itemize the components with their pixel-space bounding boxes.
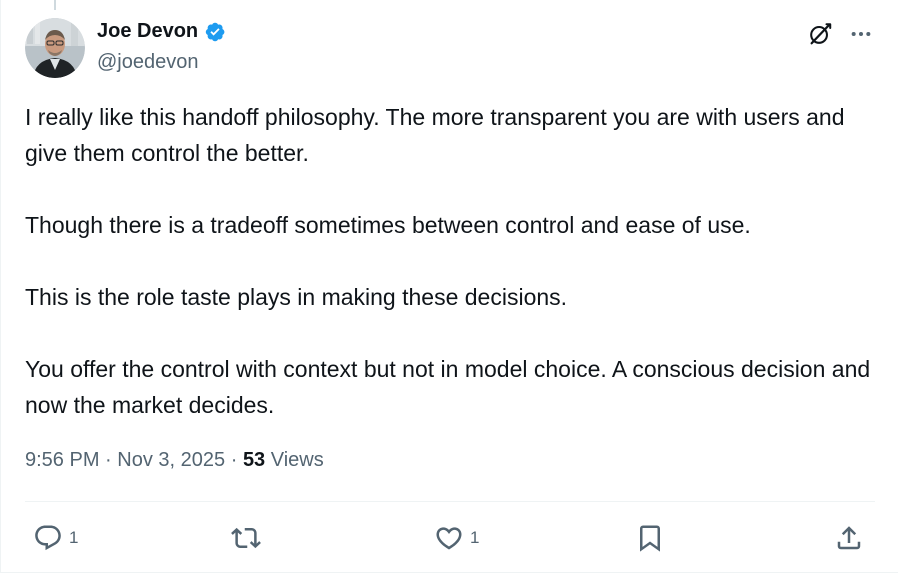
views-label: Views	[270, 449, 324, 471]
more-icon	[851, 31, 871, 37]
tweet-paragraph: I really like this handoff philosophy. T…	[25, 104, 845, 166]
action-bar: 1 1	[25, 518, 875, 558]
reply-icon	[35, 525, 61, 551]
tweet-paragraph: This is the role taste plays in making t…	[25, 284, 568, 310]
divider	[25, 501, 875, 502]
verified-badge-icon[interactable]	[204, 21, 226, 43]
repost-icon	[231, 527, 261, 549]
share-icon	[837, 526, 861, 550]
heart-icon	[436, 527, 462, 550]
tweet-meta: 9:56 PM · Nov 3, 2025 · 53 Views	[25, 449, 324, 472]
tweet-text: I really like this handoff philosophy. T…	[25, 99, 875, 423]
bookmark-icon	[640, 525, 660, 552]
share-button[interactable]	[834, 518, 864, 558]
author-name-row[interactable]: Joe Devon	[97, 20, 226, 43]
avatar-photo	[25, 18, 85, 78]
reply-button[interactable]: 1	[33, 518, 78, 558]
author-display-name[interactable]: Joe Devon	[97, 20, 198, 43]
like-count: 1	[470, 528, 480, 547]
tweet-time[interactable]: 9:56 PM	[25, 449, 99, 471]
grok-button[interactable]	[806, 20, 834, 48]
reply-count: 1	[69, 528, 79, 547]
author-handle[interactable]: @joedevon	[97, 51, 198, 74]
grok-icon	[810, 23, 832, 45]
meta-separator: ·	[230, 449, 238, 471]
tweet-paragraph: You offer the control with context but n…	[25, 356, 871, 418]
avatar[interactable]	[25, 18, 85, 78]
views-count: 53	[242, 449, 266, 471]
more-options-button[interactable]	[848, 22, 874, 46]
tweet-date[interactable]: Nov 3, 2025	[117, 449, 225, 471]
like-button[interactable]: 1	[434, 518, 479, 558]
repost-button[interactable]	[231, 518, 267, 558]
left-border	[0, 0, 1, 573]
thread-connector-line	[54, 0, 56, 10]
meta-separator: ·	[105, 449, 112, 471]
bookmark-button[interactable]	[635, 518, 665, 558]
tweet-paragraph: Though there is a tradeoff sometimes bet…	[25, 212, 751, 238]
